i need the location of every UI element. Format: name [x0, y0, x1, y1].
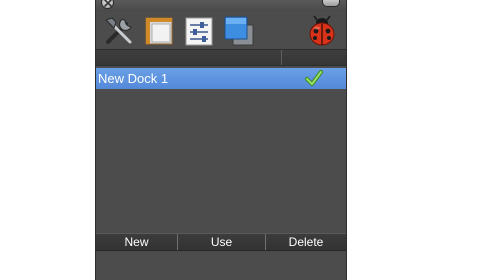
dock-list[interactable]: New Dock 1: [96, 66, 346, 233]
windows-icon[interactable]: [222, 14, 256, 48]
frame-icon[interactable]: [142, 14, 176, 48]
tools-icon[interactable]: [102, 14, 136, 48]
dock-name: New Dock 1: [98, 71, 169, 86]
new-button[interactable]: New: [96, 234, 178, 250]
title-bar: [96, 0, 346, 11]
delete-button[interactable]: Delete: [266, 234, 346, 250]
toolbar: [96, 11, 346, 49]
checkmark-icon: [305, 69, 323, 92]
dock-manager-window: New Dock 1 New Use Delete: [95, 0, 347, 280]
ladybug-icon[interactable]: [305, 14, 339, 48]
use-button[interactable]: Use: [178, 234, 266, 250]
column-divider: [281, 50, 282, 65]
close-button[interactable]: [101, 0, 114, 9]
list-item[interactable]: New Dock 1: [96, 68, 346, 89]
close-icon: [104, 0, 112, 7]
toolbar-toggle-button[interactable]: [322, 0, 340, 7]
sliders-icon[interactable]: [182, 14, 216, 48]
button-bar: New Use Delete: [96, 233, 346, 251]
window-footer: [96, 251, 346, 280]
list-header: [96, 49, 346, 66]
